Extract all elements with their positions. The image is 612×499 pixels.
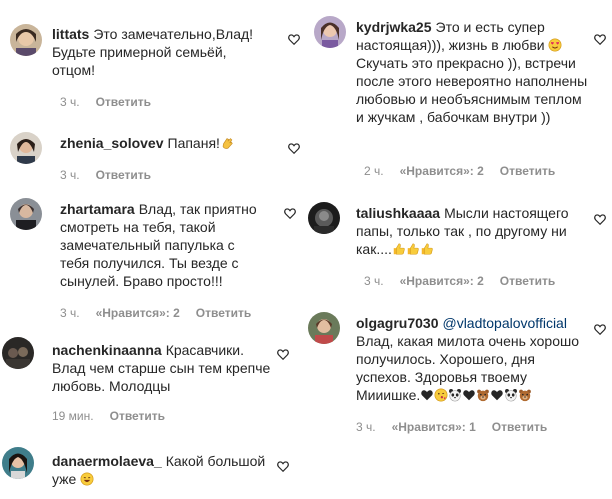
comment-zhartamara: zhartamara Влад, так приятно смотреть на … bbox=[0, 190, 306, 325]
heart-icon[interactable] bbox=[593, 32, 607, 46]
laugh-emoji-icon bbox=[80, 472, 94, 486]
comment-username[interactable]: taliushkaaaa bbox=[356, 205, 440, 221]
comment-littats: littats Это замечательно,Влад! Будьте при… bbox=[0, 0, 306, 120]
comment-body-continued: Скучать это прекрасно )), встречи после … bbox=[356, 55, 588, 125]
likes-count-button[interactable]: «Нравится»: 2 bbox=[400, 274, 484, 288]
avatar[interactable] bbox=[2, 447, 34, 479]
reply-button[interactable]: Ответить bbox=[110, 409, 165, 423]
comment-time[interactable]: 19 мин. bbox=[52, 409, 94, 423]
avatar[interactable] bbox=[10, 132, 42, 164]
avatar[interactable] bbox=[10, 198, 42, 230]
bear-emoji-icon bbox=[476, 388, 490, 402]
comment-username[interactable]: kydrjwka25 bbox=[356, 19, 432, 35]
heart-icon[interactable] bbox=[276, 459, 290, 473]
comment-username[interactable]: olgagru7030 bbox=[356, 315, 438, 331]
comment-time[interactable]: 3 ч. bbox=[364, 274, 384, 288]
comment-meta: 3 ч. «Нравится»: 2 Ответить bbox=[364, 274, 571, 288]
thumbs-up-emoji-icon bbox=[392, 242, 406, 256]
comment-olgagru7030: olgagru7030 @vladtopalovofficial Влад, ка… bbox=[306, 300, 612, 450]
comment-meta: 3 ч. «Нравится»: 1 Ответить bbox=[356, 420, 563, 434]
comment-text: taliushkaaaa Мысли настоящего папы, тольк… bbox=[356, 204, 592, 258]
heart-icon[interactable] bbox=[287, 141, 301, 155]
comment-text: zhenia_solovev Папаня! bbox=[60, 134, 280, 152]
avatar[interactable] bbox=[2, 337, 34, 369]
black-heart-emoji-icon bbox=[490, 388, 504, 402]
black-heart-emoji-icon bbox=[462, 388, 476, 402]
mention-link[interactable]: @vladtopalovofficial bbox=[442, 315, 566, 331]
comment-taliushkaaaa: taliushkaaaa Мысли настоящего папы, тольк… bbox=[306, 190, 612, 300]
thumbs-up-emoji-icon bbox=[420, 242, 434, 256]
comment-danaermolaeva: danaermolaeva_ Какой большой уже bbox=[0, 435, 306, 499]
panda-emoji-icon bbox=[448, 388, 462, 402]
kiss-emoji-icon bbox=[434, 388, 448, 402]
comment-username[interactable]: littats bbox=[52, 26, 89, 42]
reply-button[interactable]: Ответить bbox=[500, 164, 555, 178]
clap-emoji-icon bbox=[220, 136, 234, 150]
comment-time[interactable]: 3 ч. bbox=[60, 95, 80, 109]
likes-count-button[interactable]: «Нравится»: 1 bbox=[392, 420, 476, 434]
avatar[interactable] bbox=[308, 202, 340, 234]
comment-time[interactable]: 3 ч. bbox=[356, 420, 376, 434]
bear-emoji-icon bbox=[518, 388, 532, 402]
comment-text: zhartamara Влад, так приятно смотреть на … bbox=[60, 200, 266, 290]
avatar[interactable] bbox=[308, 312, 340, 344]
heart-icon[interactable] bbox=[283, 206, 297, 220]
comment-time[interactable]: 3 ч. bbox=[60, 168, 80, 182]
comment-meta: 3 ч. Ответить bbox=[60, 168, 167, 182]
thumbs-up-emoji-icon bbox=[406, 242, 420, 256]
comment-meta: 19 мин. Ответить bbox=[52, 409, 181, 423]
reply-button[interactable]: Ответить bbox=[96, 95, 151, 109]
heart-icon[interactable] bbox=[593, 212, 607, 226]
comment-meta: 3 ч. Ответить bbox=[60, 95, 167, 109]
comment-text: kydrjwka25 Это и есть супер настоящая))),… bbox=[356, 18, 592, 126]
reply-button[interactable]: Ответить bbox=[196, 306, 251, 320]
comment-nachenkinaanna: nachenkinaanna Красавчики. Влад чем старш… bbox=[0, 325, 306, 435]
heart-icon[interactable] bbox=[287, 32, 301, 46]
comment-username[interactable]: danaermolaeva_ bbox=[52, 453, 162, 469]
reply-button[interactable]: Ответить bbox=[492, 420, 547, 434]
reply-button[interactable]: Ответить bbox=[500, 274, 555, 288]
comment-time[interactable]: 3 ч. bbox=[60, 306, 80, 320]
avatar[interactable] bbox=[10, 24, 42, 56]
avatar[interactable] bbox=[314, 16, 346, 48]
reply-button[interactable]: Ответить bbox=[96, 168, 151, 182]
heart-eyes-emoji-icon bbox=[548, 38, 562, 52]
comment-meta: 2 ч. «Нравится»: 2 Ответить bbox=[364, 164, 571, 178]
comment-meta: 3 ч. «Нравится»: 2 Ответить bbox=[60, 306, 267, 320]
heart-icon[interactable] bbox=[593, 322, 607, 336]
heart-icon[interactable] bbox=[276, 347, 290, 361]
likes-count-button[interactable]: «Нравится»: 2 bbox=[96, 306, 180, 320]
panda-emoji-icon bbox=[504, 388, 518, 402]
comment-time[interactable]: 2 ч. bbox=[364, 164, 384, 178]
black-heart-emoji-icon bbox=[420, 388, 434, 402]
comment-text: nachenkinaanna Красавчики. Влад чем старш… bbox=[52, 341, 274, 395]
comment-body: Папаня! bbox=[167, 135, 220, 151]
comment-text: littats Это замечательно,Влад! Будьте при… bbox=[52, 25, 272, 79]
likes-count-button[interactable]: «Нравится»: 2 bbox=[400, 164, 484, 178]
comment-kydrjwka25: kydrjwka25 Это и есть супер настоящая))),… bbox=[306, 0, 612, 190]
comment-text: olgagru7030 @vladtopalovofficial Влад, ка… bbox=[356, 314, 590, 404]
comment-zhenia-solovev: zhenia_solovev Папаня! 3 ч. Ответить bbox=[0, 120, 306, 190]
comment-username[interactable]: zhenia_solovev bbox=[60, 135, 164, 151]
comment-text: danaermolaeva_ Какой большой уже bbox=[52, 452, 274, 488]
comment-username[interactable]: nachenkinaanna bbox=[52, 342, 162, 358]
comment-username[interactable]: zhartamara bbox=[60, 201, 135, 217]
